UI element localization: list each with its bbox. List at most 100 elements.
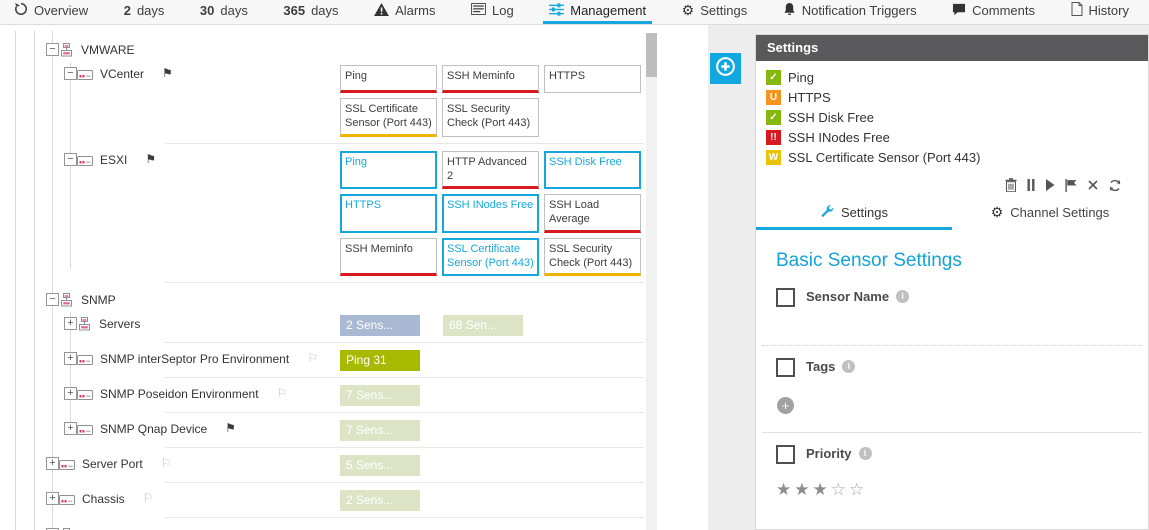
nav-tab-log[interactable]: Log: [465, 0, 520, 24]
flag-icon[interactable]: [1065, 179, 1078, 192]
row-divider: [165, 342, 644, 343]
play-icon[interactable]: [1045, 179, 1055, 191]
tree-node-label[interactable]: SNMP interSeptor Pro Environment: [100, 352, 289, 366]
selected-sensor-item[interactable]: UHTTPS: [766, 90, 1148, 105]
panel-tab-settings[interactable]: Settings: [756, 199, 952, 230]
sensor-chip[interactable]: SSL Security Check (Port 443): [442, 98, 539, 137]
selected-sensor-item[interactable]: ✓Ping: [766, 70, 1148, 85]
collapse-icon[interactable]: −: [46, 293, 59, 306]
nav-tab-settings[interactable]: ⚙Settings: [676, 0, 754, 24]
nav-tab-alarms[interactable]: Alarms: [368, 0, 441, 24]
tree-node-left: − VMWARE: [0, 38, 340, 62]
star-icon[interactable]: ★: [794, 480, 812, 499]
nav-tab-management[interactable]: Management: [543, 0, 652, 24]
nav-tab-notification-triggers[interactable]: Notification Triggers: [777, 0, 923, 24]
nav-tab-overview[interactable]: Overview: [8, 0, 94, 24]
tree-scrollbar-thumb[interactable]: [646, 33, 657, 77]
collapse-icon[interactable]: −: [64, 67, 77, 80]
close-icon[interactable]: [1088, 180, 1098, 190]
add-sensor-button[interactable]: [710, 53, 741, 84]
sensor-count-badge[interactable]: 2 Sens...: [340, 490, 420, 511]
info-icon[interactable]: i: [896, 290, 909, 303]
sensor-chip[interactable]: SSL Security Check (Port 443): [544, 238, 641, 277]
tree-node-label[interactable]: Chassis: [82, 492, 125, 506]
tree-node-label[interactable]: Servers: [99, 317, 140, 331]
settings-panel: Settings ✓Ping UHTTPS ✓SSH Disk Free !!SSH …: [755, 34, 1149, 530]
nav-tab-comments[interactable]: Comments: [946, 0, 1041, 24]
collapse-icon[interactable]: −: [46, 43, 59, 56]
flag-icon[interactable]: ⚑: [162, 67, 173, 80]
sensor-count-badge[interactable]: 7 Sens...: [340, 385, 420, 406]
tree-node-label[interactable]: SNMP Qnap Device: [100, 422, 207, 436]
tree-node-label[interactable]: SNMP: [81, 293, 116, 307]
sensor-chip[interactable]: HTTPS: [340, 194, 437, 233]
nav-tab-label: days: [137, 3, 164, 18]
checkbox-tags[interactable]: [776, 358, 795, 377]
sensor-chip[interactable]: Ping: [340, 65, 437, 93]
expand-icon[interactable]: +: [46, 492, 59, 505]
section-title: Basic Sensor Settings: [756, 250, 1148, 272]
tree-device-vcenter: − VCenter ⚑ PingSSH MeminfoHTTPS SSL Certifi…: [0, 62, 708, 140]
expand-icon[interactable]: +: [64, 352, 77, 365]
sensor-chip[interactable]: SSH Disk Free: [544, 151, 641, 190]
sensor-count-badge[interactable]: 2 Sens...: [340, 315, 420, 336]
flag-icon[interactable]: ⚑: [225, 422, 236, 435]
flag-icon[interactable]: ⚐: [143, 492, 154, 505]
sensor-count-badge[interactable]: 5 Sens...: [340, 455, 420, 476]
star-icon[interactable]: ★: [813, 480, 831, 499]
nav-tab-label: Notification Triggers: [802, 3, 917, 18]
expand-icon[interactable]: +: [46, 457, 59, 470]
panel-tab-channel-settings[interactable]: ⚙Channel Settings: [952, 199, 1148, 230]
checkbox-priority[interactable]: [776, 445, 795, 464]
comment-icon: [952, 3, 966, 19]
flag-icon[interactable]: ⚐: [161, 457, 172, 470]
selected-sensor-item[interactable]: WSSL Certificate Sensor (Port 443): [766, 150, 1148, 165]
sensor-count-badge[interactable]: 7 Sens...: [340, 420, 420, 441]
expand-icon[interactable]: +: [64, 387, 77, 400]
tree-node-label[interactable]: Server Port: [82, 457, 143, 471]
flag-icon[interactable]: ⚑: [145, 153, 156, 166]
sensor-chip[interactable]: SSL Certificate Sensor (Port 443): [442, 238, 539, 277]
selected-sensor-list: ✓Ping UHTTPS ✓SSH Disk Free !!SSH INodes Fr…: [756, 70, 1148, 165]
info-icon[interactable]: i: [859, 447, 872, 460]
tree-node-left: + SNMP interSeptor Pro Environment ⚐: [0, 347, 340, 374]
tree-node-label[interactable]: SNMP Poseidon Environment: [100, 387, 259, 401]
selected-sensor-item[interactable]: ✓SSH Disk Free: [766, 110, 1148, 125]
refresh-icon[interactable]: [1108, 179, 1122, 192]
sensor-count-badge[interactable]: 68 Sen...: [443, 315, 523, 336]
expand-icon[interactable]: +: [64, 422, 77, 435]
collapse-icon[interactable]: −: [64, 153, 77, 166]
tree-node-label[interactable]: VMWARE: [81, 43, 135, 57]
trash-icon[interactable]: [1005, 178, 1017, 192]
field-label-wrap: Priorityi: [806, 445, 872, 463]
tree-node-label[interactable]: ESXI: [100, 153, 127, 167]
star-icon[interactable]: ☆: [831, 480, 849, 499]
flag-icon[interactable]: ⚐: [307, 352, 318, 365]
checkbox-sensor-name[interactable]: [776, 288, 795, 307]
sensor-count-badge[interactable]: Ping 31: [340, 350, 420, 371]
nav-tab-history[interactable]: History: [1065, 0, 1135, 24]
nav-tab-30-days[interactable]: 30days: [194, 0, 254, 24]
sensor-chip[interactable]: SSH INodes Free: [442, 194, 539, 233]
nav-tab-2-days[interactable]: 2days: [118, 0, 171, 24]
sensor-chip[interactable]: SSH Load Average: [544, 194, 641, 233]
pause-icon[interactable]: [1027, 179, 1035, 191]
selected-sensor-item[interactable]: !!SSH INodes Free: [766, 130, 1148, 145]
sensor-chip[interactable]: SSL Certificate Sensor (Port 443): [340, 98, 437, 137]
nav-tab-label: Comments: [972, 3, 1035, 18]
star-icon[interactable]: ★: [776, 480, 794, 499]
flag-icon[interactable]: ⚐: [277, 387, 288, 400]
sensor-chip[interactable]: HTTPS: [544, 65, 641, 93]
add-tag-button[interactable]: +: [777, 397, 794, 414]
sensor-chip[interactable]: SSH Meminfo: [442, 65, 539, 93]
star-icon[interactable]: ☆: [849, 480, 867, 499]
tree-device-snmp-qnap-device: + SNMP Qnap Device ⚑ 7 Sens...: [0, 417, 708, 444]
info-icon[interactable]: i: [842, 360, 855, 373]
sensor-chip[interactable]: Ping: [340, 151, 437, 190]
sensor-chip[interactable]: SSH Meminfo: [340, 238, 437, 277]
tree-device-server-port: + Server Port ⚐ 5 Sens...: [0, 452, 708, 479]
expand-icon[interactable]: +: [64, 317, 77, 330]
nav-tab-365-days[interactable]: 365days: [277, 0, 344, 24]
sensor-chip[interactable]: HTTP Advanced 2: [442, 151, 539, 190]
tree-node-label[interactable]: VCenter: [100, 67, 144, 81]
